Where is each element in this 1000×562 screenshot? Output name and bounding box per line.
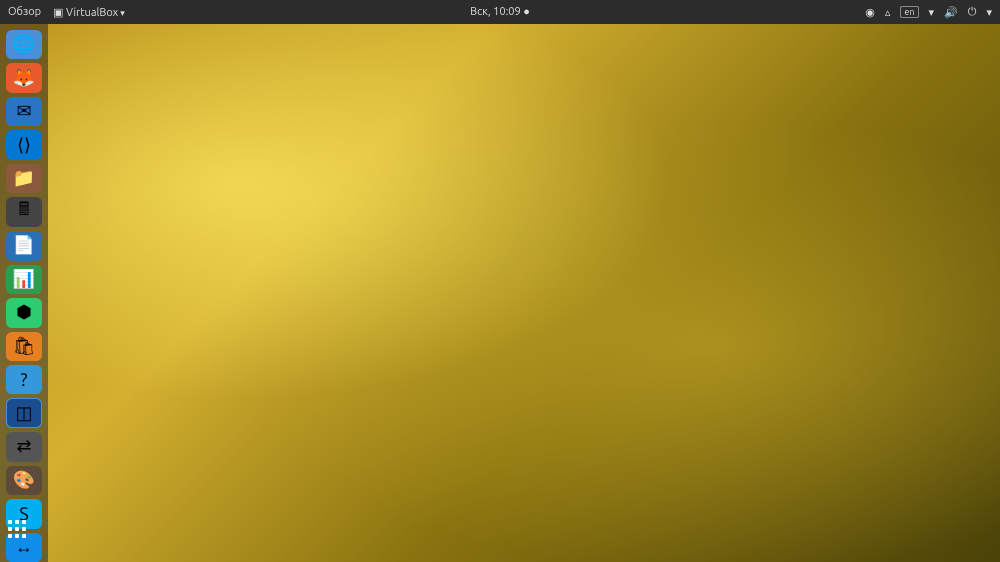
chevron-down-icon[interactable]: ▾: [986, 6, 992, 19]
calculator-icon[interactable]: 🖩: [6, 197, 42, 227]
help-icon[interactable]: ?: [6, 365, 42, 394]
power-icon[interactable]: ⏻: [968, 6, 977, 19]
host-top-panel: Обзор ▣ VirtualBox Вск, 10:09 ● ◉ ▵ en ▾…: [0, 0, 1000, 24]
host-overview-button[interactable]: Обзор: [8, 6, 41, 18]
vscode-icon[interactable]: ⟨⟩: [6, 130, 42, 159]
menu-icon[interactable]: ▾: [929, 6, 935, 19]
chromium-icon[interactable]: 🌐: [6, 30, 42, 59]
software-icon[interactable]: 🛍: [6, 332, 42, 361]
host-app-menu[interactable]: ▣ VirtualBox: [53, 6, 125, 19]
writer-icon[interactable]: 📄: [6, 231, 42, 260]
virtualbox-icon[interactable]: ◫: [6, 398, 42, 428]
host-wallpaper: [48, 24, 1000, 562]
show-applications-button[interactable]: [8, 520, 40, 552]
volume-icon[interactable]: 🔊: [944, 6, 958, 19]
accessibility-icon[interactable]: ◉: [865, 6, 875, 19]
host-dock: 🌐 🦊 ✉ ⟨⟩ 📁 🖩 📄 📊 ⬢ 🛍 ? ◫ ⇄ 🎨 S ↔: [0, 24, 48, 562]
host-clock[interactable]: Вск, 10:09 ●: [470, 6, 530, 18]
language-indicator[interactable]: en: [900, 6, 918, 18]
network-icon[interactable]: ▵: [885, 6, 891, 19]
gimp-icon[interactable]: 🎨: [6, 466, 42, 495]
files-icon[interactable]: 📁: [6, 164, 42, 193]
calc-icon[interactable]: 📊: [6, 265, 42, 294]
firefox-icon[interactable]: 🦊: [6, 63, 42, 92]
terminal-green-icon[interactable]: ⬢: [6, 298, 42, 327]
switch-icon[interactable]: ⇄: [6, 432, 42, 461]
thunderbird-icon[interactable]: ✉: [6, 97, 42, 126]
host-app-label: VirtualBox: [66, 7, 118, 19]
